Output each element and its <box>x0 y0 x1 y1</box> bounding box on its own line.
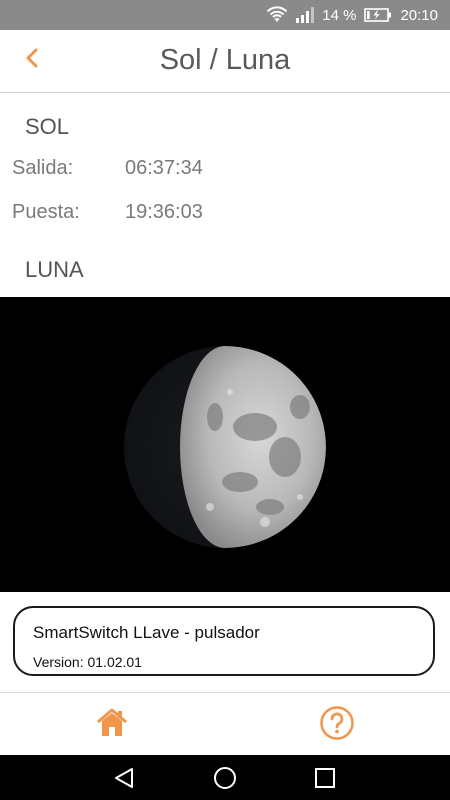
sunset-value: 19:36:03 <box>125 201 203 223</box>
wifi-icon <box>266 6 288 24</box>
back-triangle-icon <box>112 768 138 795</box>
bottom-tab-bar <box>0 693 450 755</box>
firmware-version: Version: 01.02.01 <box>33 654 142 670</box>
signal-icon <box>296 7 315 23</box>
system-home-button[interactable] <box>212 765 238 791</box>
moon-heading: LUNA <box>25 257 84 282</box>
app-header: Sol / Luna <box>0 30 450 93</box>
system-recents-button[interactable] <box>312 765 338 791</box>
home-circle-icon <box>212 767 238 795</box>
clock: 20:10 <box>400 6 438 24</box>
sunrise-value: 06:37:34 <box>125 157 203 179</box>
home-icon <box>94 708 130 745</box>
sun-heading: SOL <box>25 114 70 139</box>
page-title: Sol / Luna <box>159 44 291 76</box>
moon-phase-image <box>0 297 450 592</box>
help-tab-button[interactable] <box>319 705 355 741</box>
status-bar: 14 % 20:10 <box>0 0 450 30</box>
device-info-card: SmartSwitch LLave - pulsador Version: 01… <box>13 606 435 676</box>
battery-percent: 14 % <box>322 6 357 24</box>
system-nav-bar <box>0 755 450 800</box>
battery-icon <box>364 7 392 23</box>
sunrise-label: Salida: <box>12 157 74 179</box>
recents-square-icon <box>312 768 338 795</box>
system-back-button[interactable] <box>112 765 138 791</box>
help-icon <box>319 706 355 745</box>
sunset-label: Puesta: <box>12 201 80 223</box>
device-name: SmartSwitch LLave - pulsador <box>33 623 260 642</box>
home-tab-button[interactable] <box>94 705 130 741</box>
